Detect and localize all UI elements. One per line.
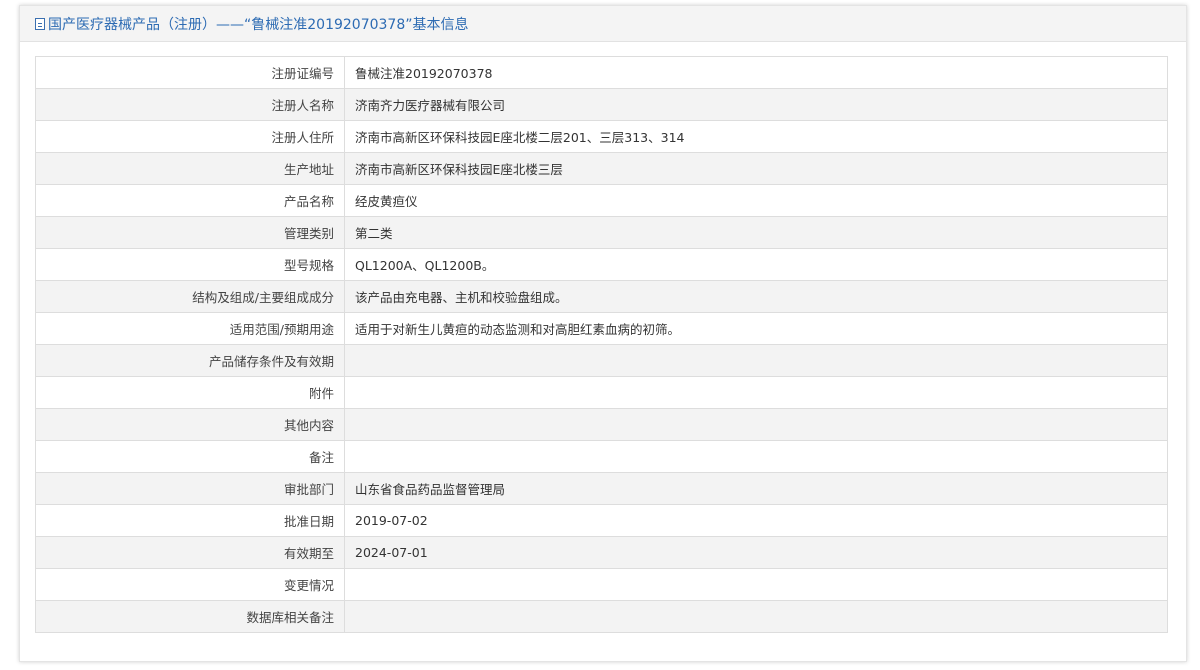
info-table: 注册证编号 鲁械注准20192070378 注册人名称 济南齐力医疗器械有限公司 注册人… <box>35 56 1168 633</box>
table-row: 型号规格 QL1200A、QL1200B。 <box>35 248 1168 281</box>
field-value <box>344 440 1168 473</box>
field-value: 山东省食品药品监督管理局 <box>344 472 1168 505</box>
field-label: 有效期至 <box>35 536 345 569</box>
field-label: 注册证编号 <box>35 56 345 89</box>
table-row: 产品储存条件及有效期 <box>35 344 1168 377</box>
detail-panel: 国产医疗器械产品（注册）——“鲁械注准20192070378”基本信息 注册证编… <box>19 5 1187 662</box>
table-row: 生产地址 济南市高新区环保科技园E座北楼三层 <box>35 152 1168 185</box>
table-row: 适用范围/预期用途 适用于对新生儿黄疸的动态监测和对高胆红素血病的初筛。 <box>35 312 1168 345</box>
table-row: 有效期至 2024-07-01 <box>35 536 1168 569</box>
table-row: 附件 <box>35 376 1168 409</box>
table-row: 注册人住所 济南市高新区环保科技园E座北楼二层201、三层313、314 <box>35 120 1168 153</box>
document-icon <box>35 17 45 30</box>
field-value: 2019-07-02 <box>344 504 1168 537</box>
field-value <box>344 568 1168 601</box>
field-label: 批准日期 <box>35 504 345 537</box>
table-row: 备注 <box>35 440 1168 473</box>
table-row: 注册证编号 鲁械注准20192070378 <box>35 56 1168 89</box>
field-label: 产品储存条件及有效期 <box>35 344 345 377</box>
field-value <box>344 408 1168 441</box>
field-value <box>344 600 1168 633</box>
field-value: 鲁械注准20192070378 <box>344 56 1168 89</box>
table-row: 注册人名称 济南齐力医疗器械有限公司 <box>35 88 1168 121</box>
field-label: 审批部门 <box>35 472 345 505</box>
field-label: 其他内容 <box>35 408 345 441</box>
field-value: 该产品由充电器、主机和校验盘组成。 <box>344 280 1168 313</box>
field-label: 型号规格 <box>35 248 345 281</box>
field-value: 2024-07-01 <box>344 536 1168 569</box>
panel-header: 国产医疗器械产品（注册）——“鲁械注准20192070378”基本信息 <box>20 6 1186 42</box>
field-value: QL1200A、QL1200B。 <box>344 248 1168 281</box>
field-label: 产品名称 <box>35 184 345 217</box>
table-row: 审批部门 山东省食品药品监督管理局 <box>35 472 1168 505</box>
field-label: 变更情况 <box>35 568 345 601</box>
field-label: 生产地址 <box>35 152 345 185</box>
field-label: 管理类别 <box>35 216 345 249</box>
field-value: 济南市高新区环保科技园E座北楼三层 <box>344 152 1168 185</box>
table-row: 批准日期 2019-07-02 <box>35 504 1168 537</box>
page-title: 国产医疗器械产品（注册）——“鲁械注准20192070378”基本信息 <box>48 16 469 33</box>
field-value <box>344 344 1168 377</box>
field-value: 第二类 <box>344 216 1168 249</box>
field-value: 济南齐力医疗器械有限公司 <box>344 88 1168 121</box>
field-value: 经皮黄疸仪 <box>344 184 1168 217</box>
field-value: 济南市高新区环保科技园E座北楼二层201、三层313、314 <box>344 120 1168 153</box>
field-label: 备注 <box>35 440 345 473</box>
field-value <box>344 376 1168 409</box>
field-label: 注册人名称 <box>35 88 345 121</box>
table-row: 数据库相关备注 <box>35 600 1168 633</box>
table-row: 结构及组成/主要组成成分 该产品由充电器、主机和校验盘组成。 <box>35 280 1168 313</box>
field-value: 适用于对新生儿黄疸的动态监测和对高胆红素血病的初筛。 <box>344 312 1168 345</box>
field-label: 附件 <box>35 376 345 409</box>
table-row: 产品名称 经皮黄疸仪 <box>35 184 1168 217</box>
field-label: 注册人住所 <box>35 120 345 153</box>
field-label: 适用范围/预期用途 <box>35 312 345 345</box>
field-label: 数据库相关备注 <box>35 600 345 633</box>
field-label: 结构及组成/主要组成成分 <box>35 280 345 313</box>
table-row: 变更情况 <box>35 568 1168 601</box>
table-row: 管理类别 第二类 <box>35 216 1168 249</box>
table-row: 其他内容 <box>35 408 1168 441</box>
